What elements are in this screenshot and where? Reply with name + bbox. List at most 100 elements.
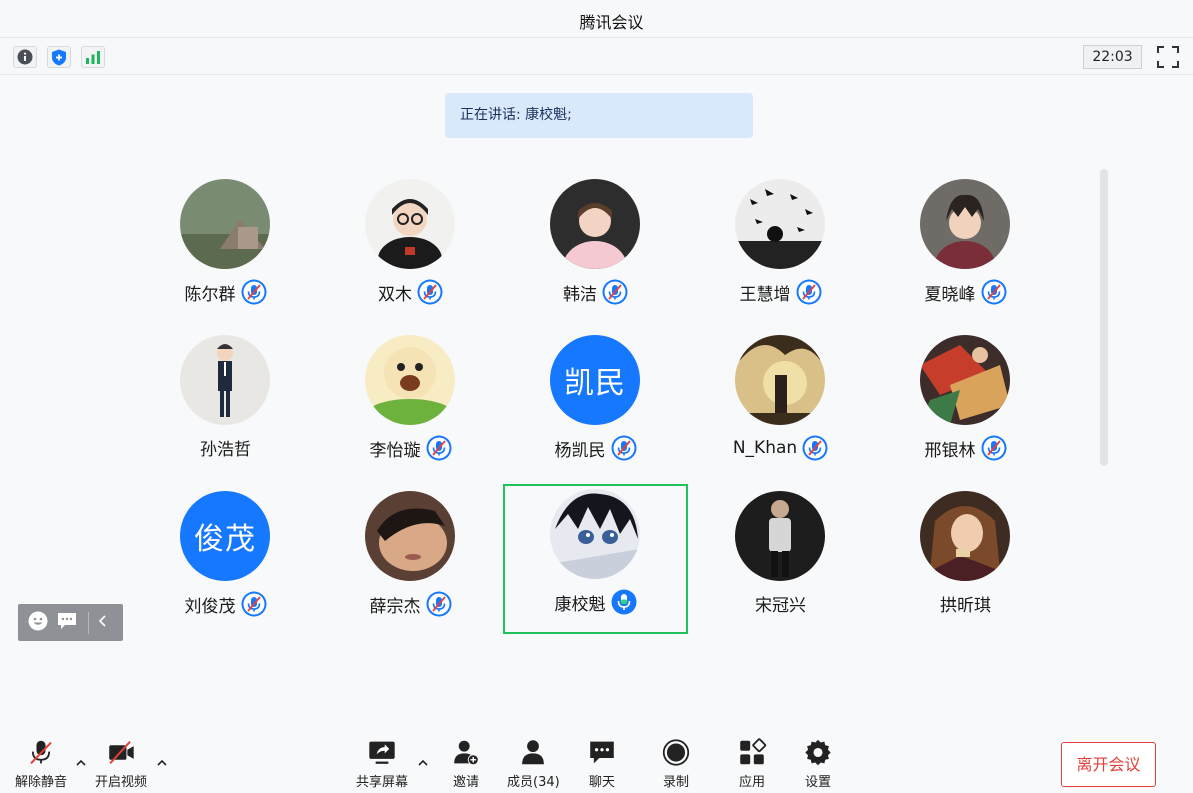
members-icon [522,740,545,765]
participant-name: 陈尔群 [184,284,236,305]
start-video-label: 开启视频 [95,775,148,790]
title-bar: 腾讯会议 [0,0,1193,38]
settings-label: 设置 [804,775,831,790]
fullscreen-icon[interactable] [1157,46,1179,68]
avatar [920,491,1010,581]
muted-mic-icon [426,591,452,617]
share-screen-label: 共享屏幕 [356,775,409,790]
participant-tile[interactable]: 双木 [318,179,503,329]
avatar: 俊茂 [180,491,270,581]
participant-name: 王慧增 [739,284,791,305]
participant-name: 邢银林 [924,440,976,461]
add-user-icon [454,740,479,766]
participant-name: 康校魁 [554,594,606,615]
participant-name: 李怡璇 [369,440,421,461]
participant-name: 夏晓峰 [924,284,976,305]
muted-mic-icon [426,435,452,461]
muted-mic-icon [796,279,822,305]
share-screen-button[interactable]: 共享屏幕 [356,738,408,790]
gear-icon [805,739,831,766]
participant-tile[interactable]: 拱昕琪 [873,491,1058,641]
chat-icon [590,741,614,764]
avatar: 凯民 [550,335,640,425]
window-title: 腾讯会议 [579,13,644,32]
participant-tile[interactable]: 孙浩哲 [133,335,318,485]
avatar [550,489,640,579]
participant-name: 拱昕琪 [940,596,991,616]
participant-name: 双木 [378,284,412,305]
chevron-up-icon[interactable] [75,758,87,768]
signal-icon[interactable] [81,46,105,68]
participant-tile[interactable]: 夏晓峰 [873,179,1058,329]
avatar [365,335,455,425]
collapse-left-icon[interactable] [97,613,109,632]
participant-name: 薛宗杰 [369,596,421,617]
avatar [365,491,455,581]
avatar [920,179,1010,269]
participant-tile[interactable]: N_Khan [688,335,873,485]
avatar [180,335,270,425]
video-off-icon [109,740,134,765]
avatar [735,335,825,425]
apps-label: 应用 [738,775,765,790]
meeting-clock: 22:03 [1083,45,1142,69]
participant-name: 刘俊茂 [184,596,236,617]
settings-button[interactable]: 设置 [802,738,834,790]
avatar [735,491,825,581]
participant-tile[interactable]: 宋冠兴 [688,491,873,641]
invite-label: 邀请 [452,775,479,790]
participant-tile[interactable]: 韩洁 [503,179,688,329]
meeting-toolbar: 22:03 [0,39,1193,75]
unmute-label: 解除静音 [15,775,68,790]
apps-icon [740,738,767,765]
participant-tile[interactable]: 李怡璇 [318,335,503,485]
avatar [365,179,455,269]
avatar [550,179,640,269]
share-screen-icon [369,741,395,764]
speaking-banner: 正在讲话: 康校魁; [445,93,753,138]
shield-icon[interactable] [47,46,71,68]
avatar [180,179,270,269]
muted-mic-icon [30,740,52,765]
participant-tile[interactable]: 陈尔群 [133,179,318,329]
muted-mic-icon [802,435,828,461]
divider [88,611,89,634]
record-icon [662,739,690,766]
members-button[interactable]: 成员(34) [507,738,560,790]
invite-button[interactable]: 邀请 [450,738,482,790]
record-label: 录制 [662,775,689,790]
participant-name: 孙浩哲 [200,440,251,460]
participant-tile[interactable]: 邢银林 [873,335,1058,485]
bottom-control-bar: 解除静音 开启视频 共享屏幕 邀请 成员(34) 聊天 录制 应用 设置 离开会… [0,728,1193,793]
chevron-up-icon[interactable] [417,758,429,768]
start-video-button[interactable]: 开启视频 [95,738,147,790]
participant-name: 宋冠兴 [755,596,806,616]
avatar [920,335,1010,425]
chevron-up-icon[interactable] [156,758,168,768]
emoji-icon[interactable] [28,611,48,635]
chat-button[interactable]: 聊天 [586,738,618,790]
chat-label: 聊天 [588,775,615,790]
participant-tile[interactable]: 俊茂 刘俊茂 [133,491,318,641]
leave-meeting-button[interactable]: 离开会议 [1061,742,1156,787]
record-button[interactable]: 录制 [660,738,692,790]
scrollbar[interactable] [1100,169,1108,466]
info-icon[interactable] [13,46,37,68]
muted-mic-icon [417,279,443,305]
participant-tile[interactable]: 凯民 杨凯民 [503,335,688,485]
participant-name: 杨凯民 [554,440,606,461]
muted-mic-icon [981,435,1007,461]
unmute-button[interactable]: 解除静音 [15,738,67,790]
muted-mic-icon [241,591,267,617]
speaking-mic-icon [611,589,637,615]
reactions-panel [18,604,123,641]
chat-bubble-icon[interactable] [56,611,78,635]
participant-tile-speaking[interactable]: 康校魁 [503,484,688,634]
apps-button[interactable]: 应用 [736,738,768,790]
participant-tile[interactable]: 薛宗杰 [318,491,503,641]
participant-name: 韩洁 [563,284,597,305]
muted-mic-icon [981,279,1007,305]
muted-mic-icon [611,435,637,461]
participant-name: N_Khan [732,438,798,458]
participant-tile[interactable]: 王慧增 [688,179,873,329]
